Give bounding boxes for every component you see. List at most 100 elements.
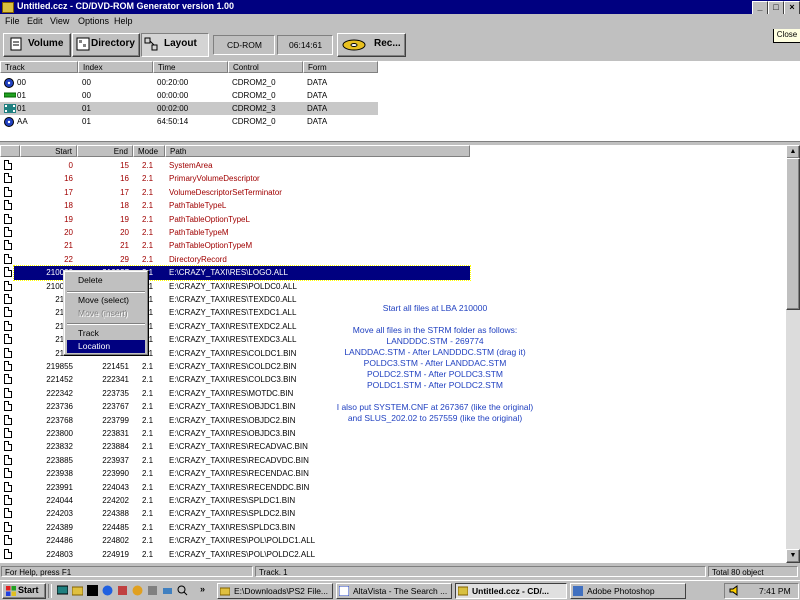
menu-options[interactable]: Options <box>78 16 109 26</box>
green-bar-icon <box>4 92 16 98</box>
file-row[interactable]: 22 29 2.1 DirectoryRecord <box>0 253 786 266</box>
file-row[interactable]: 224389 224485 2.1 E:\CRAZY_TAXI\RES\SPLDC3.… <box>0 521 786 534</box>
window-title: Untitled.ccz - CD/DVD-ROM Generator vers… <box>17 1 235 11</box>
record-button[interactable]: Rec... <box>337 33 406 57</box>
menu-item-move-select[interactable]: Move (select) <box>67 294 145 307</box>
network-icon[interactable] <box>162 585 173 596</box>
directory-button[interactable]: Directory <box>72 33 140 57</box>
end-header[interactable]: End <box>77 145 133 157</box>
scroll-down-button[interactable]: ▼ <box>786 549 800 563</box>
track-row[interactable]: AA 01 64:50:14 CDROM2_0 DATA <box>0 115 378 128</box>
task-photoshop[interactable]: Adobe Photoshop <box>570 583 686 599</box>
file-row[interactable]: 224044 224202 2.1 E:\CRAZY_TAXI\RES\SPLDC1.… <box>0 494 786 507</box>
file-row[interactable]: 223800 223831 2.1 E:\CRAZY_TAXI\RES\OBJDC3.… <box>0 427 786 440</box>
file-path: E:\CRAZY_TAXI\RES\COLDC2.BIN <box>169 362 297 371</box>
menu-view[interactable]: View <box>50 16 69 26</box>
menu-item-location[interactable]: Location <box>67 340 145 353</box>
track-time: 00:02:00 <box>157 104 189 113</box>
file-row-cells: 17 17 2.1 VolumeDescriptorSetTerminator <box>14 186 470 199</box>
file-row[interactable]: 224803 224919 2.1 E:\CRAZY_TAXI\RES\POL\POL… <box>0 548 786 561</box>
file-start: 222342 <box>46 388 73 398</box>
file-mode: 2.1 <box>142 375 154 385</box>
status-help: For Help, press F1 <box>1 566 253 577</box>
desktop-icon[interactable] <box>57 585 68 596</box>
menu-item-delete[interactable]: Delete <box>67 274 145 287</box>
file-row-cells: 224203 224388 2.1 E:\CRAZY_TAXI\RES\SPLDC2.… <box>14 507 470 520</box>
search-icon[interactable] <box>177 585 188 596</box>
file-row[interactable]: 223991 224043 2.1 E:\CRAZY_TAXI\RES\RECENDD… <box>0 481 786 494</box>
file-row[interactable]: 0 15 2.1 SystemArea <box>0 159 786 172</box>
control-header[interactable]: Control <box>228 61 303 73</box>
track-row[interactable]: 00 00 00:20:00 CDROM2_0 DATA <box>0 76 378 89</box>
track-row[interactable]: 01 01 00:02:00 CDROM2_3 DATA <box>0 102 378 115</box>
menu-item-track[interactable]: Track <box>67 327 145 340</box>
file-icon <box>4 213 12 224</box>
vertical-scrollbar[interactable]: ▲ ▼ <box>786 145 800 563</box>
task-explorer[interactable]: E:\Downloads\PS2 File... <box>217 583 333 599</box>
icon-header[interactable] <box>0 145 20 157</box>
file-icon <box>4 267 12 278</box>
form-header[interactable]: Form <box>303 61 378 73</box>
task-cd-generator[interactable]: Untitled.ccz - CD/... <box>455 583 567 599</box>
menu-bar: File Edit View Options Help <box>0 14 800 29</box>
file-end: 18 <box>120 201 129 211</box>
start-header[interactable]: Start <box>20 145 77 157</box>
mode-header[interactable]: Mode <box>133 145 165 157</box>
file-end: 224043 <box>102 482 129 492</box>
paint-icon[interactable] <box>117 585 128 596</box>
folder-icon <box>220 587 230 596</box>
file-row[interactable]: 224203 224388 2.1 E:\CRAZY_TAXI\RES\SPLDC2.… <box>0 507 786 520</box>
menu-file[interactable]: File <box>5 16 20 26</box>
file-row[interactable]: 224486 224802 2.1 E:\CRAZY_TAXI\RES\POL\POL… <box>0 534 786 547</box>
tool-icon[interactable] <box>147 585 158 596</box>
track-header[interactable]: Track <box>0 61 78 73</box>
track-row[interactable]: 01 00 00:00:00 CDROM2_0 DATA <box>0 89 378 102</box>
task-altavista[interactable]: AltaVista - The Search ... <box>336 583 452 599</box>
file-row[interactable]: 223832 223884 2.1 E:\CRAZY_TAXI\RES\RECADVA… <box>0 440 786 453</box>
layout-button[interactable]: Layout <box>141 33 209 57</box>
file-row[interactable]: 223885 223937 2.1 E:\CRAZY_TAXI\RES\RECADVD… <box>0 454 786 467</box>
file-path: PathTableOptionTypeL <box>169 214 250 224</box>
file-row[interactable]: 223938 223990 2.1 E:\CRAZY_TAXI\RES\RECENDA… <box>0 467 786 480</box>
file-start: 223800 <box>46 429 73 438</box>
file-row[interactable]: 18 18 2.1 PathTableTypeL <box>0 199 786 212</box>
file-path: PathTableOptionTypeM <box>169 241 253 251</box>
file-icon <box>4 347 12 358</box>
close-button[interactable]: × <box>784 1 800 15</box>
index-header[interactable]: Index <box>78 61 153 73</box>
browser-page-icon <box>339 586 349 596</box>
track-form: DATA <box>307 104 328 113</box>
path-header[interactable]: Path <box>165 145 470 157</box>
file-row[interactable]: 21 21 2.1 PathTableOptionTypeM <box>0 239 786 252</box>
cd-generator-icon <box>458 586 468 596</box>
file-row[interactable]: 17 17 2.1 VolumeDescriptorSetTerminator <box>0 186 786 199</box>
file-row-cells: 223991 224043 2.1 E:\CRAZY_TAXI\RES\RECENDD… <box>14 481 470 494</box>
terminal-icon[interactable] <box>87 585 98 596</box>
time-header[interactable]: Time <box>153 61 228 73</box>
scroll-thumb[interactable] <box>786 158 800 310</box>
file-icon <box>4 361 12 371</box>
track-number: AA <box>17 117 28 126</box>
scroll-up-button[interactable]: ▲ <box>786 145 800 159</box>
file-end: 20 <box>120 228 129 237</box>
maximize-button[interactable]: □ <box>768 1 784 15</box>
file-end: 224202 <box>102 496 129 505</box>
menu-item-move-insert[interactable]: Move (insert) <box>67 307 145 320</box>
file-start: 17 <box>64 187 73 197</box>
quick-launch-chevron[interactable]: » <box>200 584 205 594</box>
minimize-button[interactable]: _ <box>752 1 768 15</box>
browser-icon[interactable] <box>102 585 113 596</box>
start-button[interactable]: Start <box>2 583 46 599</box>
volume-speaker-icon[interactable] <box>729 585 741 596</box>
title-bar[interactable]: Untitled.ccz - CD/DVD-ROM Generator vers… <box>0 0 800 15</box>
file-row[interactable]: 16 16 2.1 PrimaryVolumeDescriptor <box>0 172 786 185</box>
app-icon[interactable] <box>2 2 14 13</box>
explorer-icon[interactable] <box>72 585 83 596</box>
volume-button[interactable]: Volume <box>3 33 71 57</box>
menu-edit[interactable]: Edit <box>27 16 43 26</box>
menu-help[interactable]: Help <box>114 16 133 26</box>
file-row-cells: 224044 224202 2.1 E:\CRAZY_TAXI\RES\SPLDC1.… <box>14 494 470 507</box>
file-row[interactable]: 19 19 2.1 PathTableOptionTypeL <box>0 213 786 226</box>
media-icon[interactable] <box>132 585 143 596</box>
file-row[interactable]: 20 20 2.1 PathTableTypeM <box>0 226 786 239</box>
